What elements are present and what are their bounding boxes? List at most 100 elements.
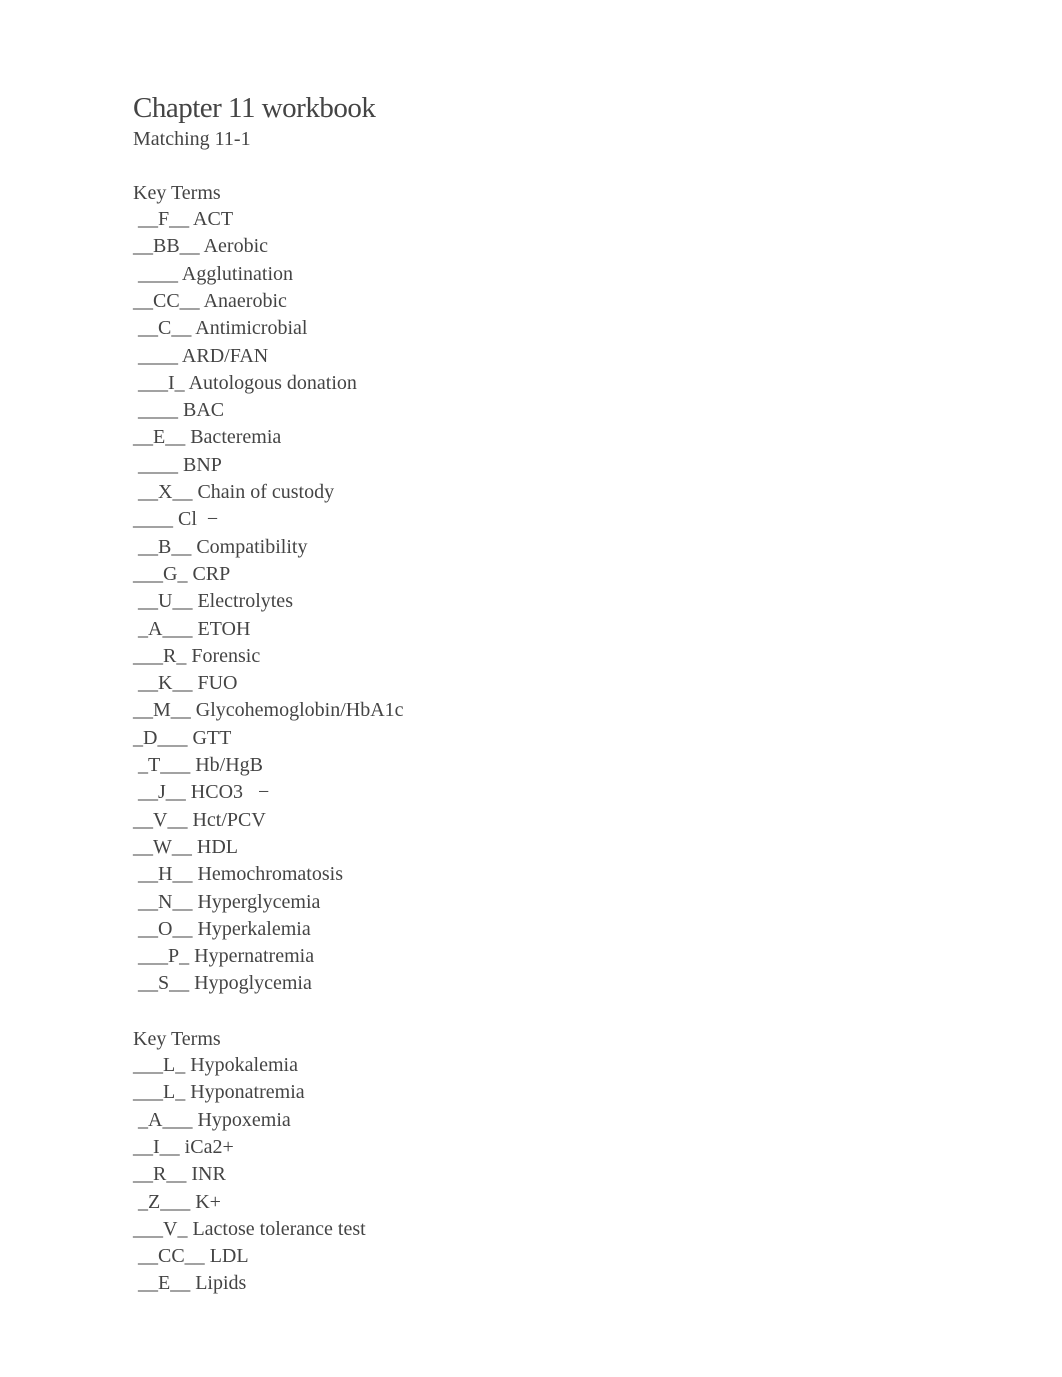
term-label: Hb/HgB (195, 754, 264, 776)
matching-item: ____ Agglutination (133, 262, 293, 286)
term-label: Anaerobic (203, 289, 287, 312)
answer-blank: __F__ (133, 208, 190, 230)
term-label: iCa2+ (184, 1135, 234, 1158)
answer-blank: __W__ (133, 835, 192, 858)
matching-item: ___G_ CRP (133, 562, 230, 586)
answer-blank: ____ (133, 262, 178, 285)
term-label: K+ (195, 1190, 221, 1213)
term-label: ACT (193, 208, 234, 230)
answer-blank: ___R_ (133, 644, 187, 667)
matching-item: _Z___ K+ (133, 1190, 221, 1214)
answer-blank: __CC__ (133, 289, 200, 312)
answer-blank: __K__ (133, 672, 193, 695)
matching-item: ___P_ Hypernatremia (133, 944, 314, 968)
term-label: BAC (183, 399, 225, 422)
answer-blank: ____ (133, 508, 173, 531)
matching-item: _A___ ETOH (133, 617, 250, 641)
term-label: Antimicrobial (195, 317, 308, 340)
matching-item: __H__ Hemochromatosis (133, 862, 343, 886)
answer-blank: ___G_ (133, 562, 188, 585)
term-label: Hypoglycemia (194, 972, 312, 995)
term-label: ARD/FAN (181, 344, 269, 367)
answer-blank: __O__ (133, 917, 193, 940)
matching-item: ____ ARD/FAN (133, 344, 268, 368)
answer-blank: __CC__ (133, 1245, 205, 1268)
term-label: LDL (209, 1245, 249, 1268)
answer-blank: __U__ (133, 590, 193, 613)
matching-item: ___I_ Autologous donation (133, 371, 357, 395)
answer-blank: ___V_ (133, 1217, 188, 1240)
answer-blank: __S__ (133, 972, 190, 995)
matching-item: __I__ iCa2+ (133, 1135, 234, 1159)
answer-blank: __X__ (133, 481, 193, 503)
matching-item: ____ Cl − (133, 507, 218, 531)
section-heading: Key Terms (133, 182, 221, 204)
term-label: Hemochromatosis (197, 863, 343, 886)
matching-item: __M__ Glycohemoglobin/HbA1c (133, 698, 404, 722)
answer-blank: __I__ (133, 1135, 180, 1158)
answer-blank: _A___ (133, 1108, 193, 1131)
term-label: Hyponatremia (190, 1081, 305, 1104)
term-label: Hct/PCV (192, 808, 266, 831)
term-label: Cl − (178, 508, 219, 531)
term-label: Forensic (191, 644, 261, 667)
answer-blank: __M__ (133, 699, 191, 722)
answer-blank: __E__ (133, 1272, 191, 1295)
term-label: HCO3 − (190, 781, 270, 804)
term-label: Aerobic (203, 235, 269, 258)
answer-blank: ___I_ (133, 371, 185, 394)
document-subtitle: Matching 11-1 (133, 128, 251, 150)
term-label: BNP (183, 453, 222, 476)
term-label: INR (191, 1163, 226, 1186)
section-heading: Key Terms (133, 1028, 221, 1050)
answer-blank: ___P_ (133, 945, 190, 968)
matching-item: ___L_ Hyponatremia (133, 1080, 305, 1104)
term-label: Compatibility (196, 535, 308, 558)
matching-item: __B__ Compatibility (133, 535, 307, 559)
matching-item: __N__ Hyperglycemia (133, 890, 320, 914)
term-label: Glycohemoglobin/HbA1c (195, 699, 404, 722)
matching-item: __V__ Hct/PCV (133, 808, 266, 832)
matching-item: ___L_ Hypokalemia (133, 1053, 298, 1077)
matching-item: __BB__ Aerobic (133, 234, 268, 258)
answer-blank: __N__ (133, 890, 193, 913)
matching-item: __C__ Antimicrobial (133, 316, 307, 340)
matching-item: __CC__ Anaerobic (133, 289, 287, 313)
matching-item: _A___ Hypoxemia (133, 1108, 291, 1132)
term-label: Hyperkalemia (197, 917, 311, 940)
matching-item: __CC__ LDL (133, 1244, 249, 1268)
answer-blank: ____ (133, 399, 178, 422)
term-label: Hyperglycemia (197, 890, 321, 913)
matching-item: __X__ Chain of custody (133, 480, 334, 504)
matching-item: ____ BAC (133, 398, 224, 422)
term-label: FUO (197, 672, 238, 695)
matching-item: __F__ ACT (133, 207, 233, 231)
matching-item: _T___ Hb/HgB (133, 753, 263, 777)
document-title: Chapter 11 workbook (133, 92, 376, 124)
answer-blank: __R__ (133, 1163, 187, 1186)
answer-blank: __B__ (133, 535, 192, 558)
term-label: Bacteremia (190, 426, 282, 449)
term-label: Chain of custody (197, 481, 335, 503)
matching-item: __J__ HCO3 − (133, 780, 269, 804)
term-label: Hypernatremia (194, 945, 315, 968)
term-label: Lactose tolerance test (192, 1217, 366, 1240)
matching-item: __O__ Hyperkalemia (133, 917, 311, 941)
term-label: ETOH (197, 617, 251, 640)
answer-blank: __H__ (133, 863, 193, 886)
answer-blank: __BB__ (133, 235, 200, 258)
matching-item: __R__ INR (133, 1162, 226, 1186)
answer-blank: ____ (133, 453, 178, 476)
answer-blank: _Z___ (133, 1190, 191, 1213)
answer-blank: _D___ (133, 726, 188, 749)
term-label: HDL (196, 835, 238, 858)
term-label: Hypokalemia (190, 1054, 298, 1076)
term-label: Autologous donation (188, 371, 357, 394)
answer-blank: _A___ (133, 617, 193, 640)
term-label: Lipids (195, 1272, 247, 1295)
answer-blank: __V__ (133, 808, 188, 831)
answer-blank: __E__ (133, 426, 186, 449)
matching-item: ___V_ Lactose tolerance test (133, 1217, 366, 1241)
matching-item: ___R_ Forensic (133, 644, 260, 668)
term-label: CRP (192, 562, 231, 585)
